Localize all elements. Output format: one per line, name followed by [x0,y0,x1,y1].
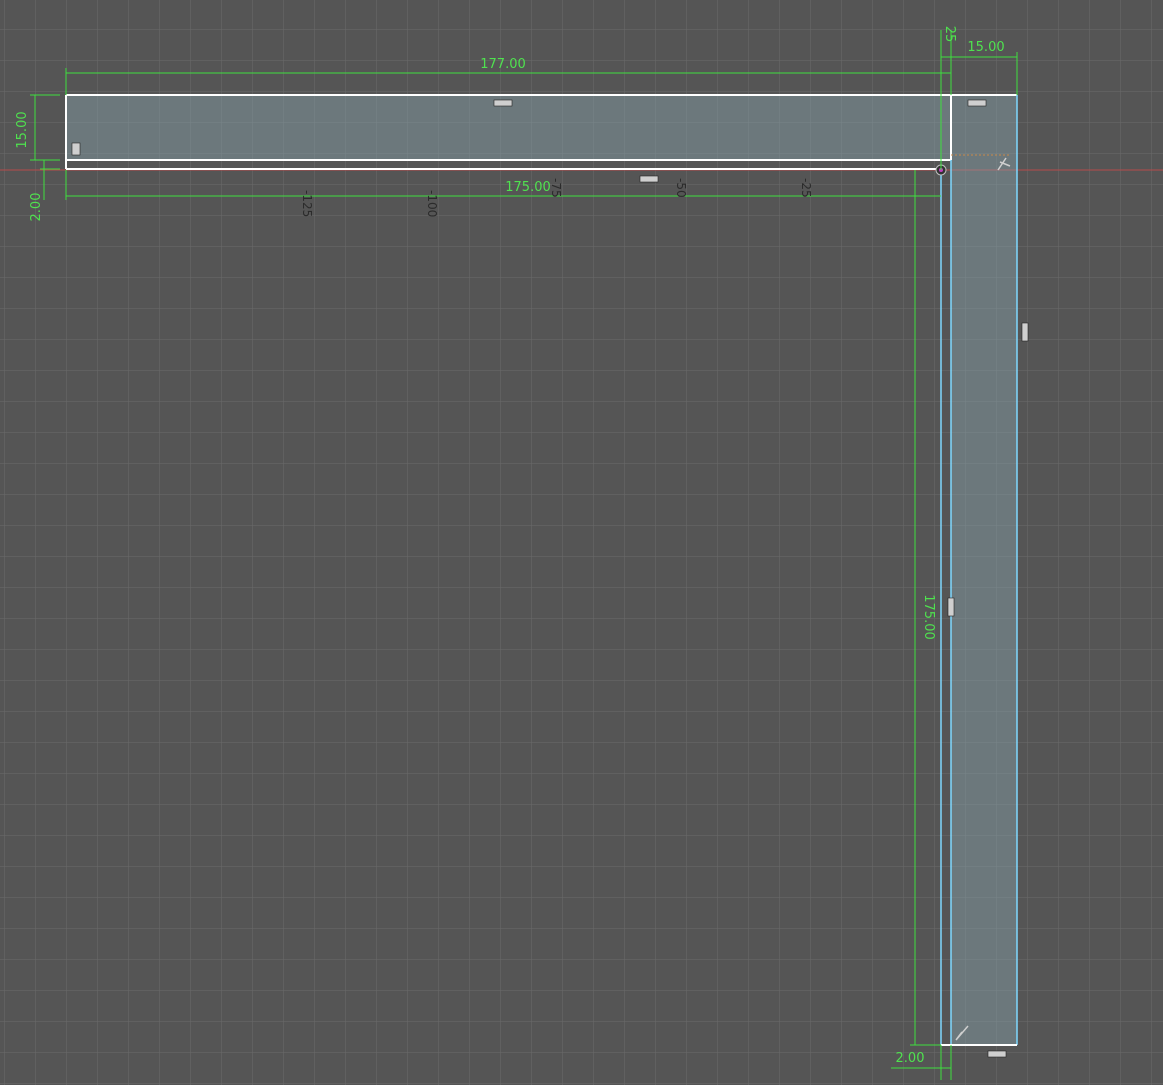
vertical-constraint-icon[interactable] [71,142,81,156]
vertical-constraint-icon[interactable] [947,597,955,617]
dimension-177[interactable]: 177.00 [480,57,526,72]
axis-tick: -125 [300,190,314,217]
dimension-25[interactable]: 25 [942,26,957,43]
dimension-2-bottom[interactable]: 2.00 [896,1051,925,1066]
vertical-constraint-icon[interactable] [1021,322,1029,342]
horizontal-constraint-icon[interactable] [987,1050,1007,1058]
axis-tick: -100 [425,190,439,217]
axis-tick: -25 [799,178,813,198]
axis-tick: -75 [549,178,563,198]
horizontal-constraint-icon[interactable] [639,175,659,183]
sketch-canvas[interactable]: 177.00 175.00 15.00 2.00 15.00 25 175.00… [0,0,1163,1085]
dimension-175-horizontal[interactable]: 175.00 [505,180,551,195]
dimension-175-vertical[interactable]: 175.00 [921,594,936,640]
dimension-2-left[interactable]: 2.00 [29,193,44,222]
dimension-15-right[interactable]: 15.00 [967,40,1004,55]
vertical-profile[interactable] [951,95,1017,1045]
horizontal-constraint-icon[interactable] [493,99,513,107]
dimension-15-left[interactable]: 15.00 [15,111,30,148]
axis-tick: -50 [674,178,688,198]
horizontal-constraint-icon[interactable] [967,99,987,107]
